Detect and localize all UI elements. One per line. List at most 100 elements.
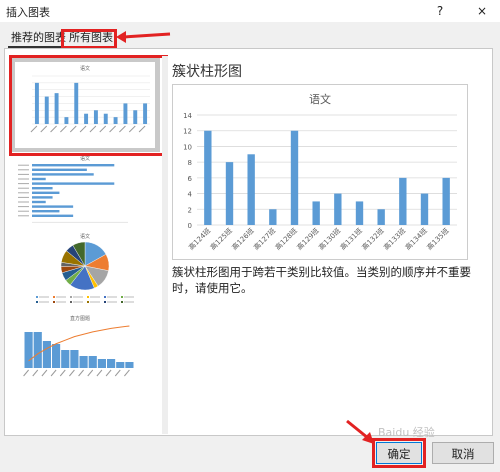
x-tick-label: 高134班 [403, 226, 429, 252]
thumb-bar [61, 350, 70, 368]
thumb-bar [32, 200, 46, 204]
x-tick-label: 高131班 [338, 226, 364, 252]
thumb-legend-swatch [121, 296, 123, 298]
thumb-legend-swatch [36, 296, 38, 298]
thumb-bar [70, 350, 79, 368]
thumbnail-scrollbar[interactable] [162, 56, 168, 434]
thumb-bar [42, 341, 51, 368]
thumb-bar [32, 191, 60, 194]
thumb-bar [32, 173, 94, 176]
thumbnail-pareto[interactable]: 直方图题 [10, 312, 160, 392]
chart-preview: 语文 0 2 4 6 8 10 12 14 高124班 高125班 高126班 高127班 高128班高… [172, 84, 468, 260]
window-title: 插入图表 [6, 6, 50, 19]
thumbnail-pie-svg: 语文 [36, 233, 134, 303]
thumb-x-label [114, 369, 121, 377]
thumb-x-label [105, 369, 112, 377]
x-tick-label: 高125班 [208, 226, 234, 252]
cancel-button[interactable]: 取消 [432, 442, 494, 464]
thumb-x-label [87, 369, 94, 377]
x-tick-label: 高128班 [273, 226, 299, 252]
thumb-x-label [41, 369, 48, 377]
thumb-bar [88, 356, 97, 368]
bar [247, 154, 255, 225]
tab-highlight-box [61, 29, 117, 49]
bar [225, 162, 234, 225]
tab-arrow-icon [116, 31, 171, 43]
thumb-bar [97, 359, 106, 368]
thumb-x-label [23, 369, 29, 377]
thumb-bar [79, 356, 88, 368]
y-tick-label: 2 [188, 206, 192, 214]
thumbnail-pie[interactable]: 语文 [10, 232, 160, 312]
thumb-bar [32, 177, 46, 181]
x-tick-label: 高127班 [252, 226, 278, 252]
chart-preview-svg: 语文 02468101214高124班高125班高126班高127班高128班高… [183, 92, 457, 252]
thumb-bar [32, 210, 60, 213]
watermark: Baidu 经验 [378, 426, 435, 439]
thumb-x-label [59, 369, 66, 377]
ok-button[interactable]: 确定 [376, 442, 422, 464]
chart-description: 簇状柱形图用于跨若干类别比较值。当类别的顺序并不重要时，请使用它。 [172, 265, 471, 295]
thumb-x-label [32, 369, 39, 377]
x-tick-label: 高132班 [360, 226, 386, 252]
bar [269, 209, 277, 225]
thumb-legend-swatch [36, 301, 38, 303]
thumb-legend-swatch [104, 296, 106, 298]
thumb-legend-swatch [121, 301, 123, 303]
thumb-x-label [78, 369, 84, 377]
y-tick-label: 6 [188, 175, 193, 183]
thumb-x-label [96, 369, 103, 377]
thumbnail-title: 语文 [80, 155, 90, 162]
thumb-legend-swatch [53, 301, 55, 303]
thumb-legend-swatch [53, 296, 55, 298]
thumb-bar [107, 359, 116, 368]
help-button[interactable]: ? [430, 2, 450, 20]
thumbnail-title: 语文 [80, 233, 90, 240]
thumbnail-pareto-svg: 直方图题 [23, 315, 134, 377]
thumb-bar [32, 205, 74, 208]
y-tick-label: 0 [188, 222, 192, 230]
thumb-bar [32, 196, 53, 199]
thumb-legend-swatch [87, 301, 89, 303]
thumb-bar [24, 332, 33, 368]
y-tick-label: 4 [188, 191, 193, 199]
thumb-legend-swatch [70, 301, 72, 303]
bar [204, 130, 212, 225]
thumb-x-label [50, 369, 57, 377]
x-tick-label: 高129班 [295, 226, 321, 252]
y-tick-label: 12 [183, 128, 192, 136]
thumb-bar [32, 164, 115, 167]
thumb-bar [32, 187, 53, 190]
thumb-bar [116, 362, 125, 368]
thumb-legend-swatch [70, 296, 72, 298]
x-tick-label: 高133班 [382, 226, 408, 252]
thumb-x-label [124, 369, 130, 377]
x-tick-label: 高130班 [317, 226, 343, 252]
thumb-bar [32, 182, 115, 185]
thumb-legend-swatch [104, 301, 106, 303]
chart-type-title: 簇状柱形图 [172, 64, 242, 80]
thumbnail-highlight-box [9, 55, 168, 156]
bar [312, 201, 320, 225]
bar [290, 130, 299, 225]
x-tick-label: 高126班 [230, 226, 256, 252]
bar [334, 193, 342, 225]
bar [355, 201, 364, 225]
bar [420, 193, 429, 225]
thumb-bar [125, 362, 134, 368]
y-tick-label: 8 [188, 159, 192, 167]
thumb-bar [52, 344, 61, 368]
thumb-bar [32, 168, 87, 171]
bar [399, 177, 407, 225]
y-tick-label: 14 [183, 112, 192, 120]
close-button[interactable]: × [472, 2, 492, 20]
thumb-bar [32, 214, 74, 217]
x-tick-label: 高135班 [425, 226, 451, 252]
title-bar: 插入图表 ? × [0, 0, 500, 22]
ok-arrow-icon [346, 419, 374, 444]
bar [377, 209, 385, 225]
chart-title: 语文 [309, 92, 331, 106]
bar [442, 177, 450, 225]
tab-recommended-charts[interactable]: 推荐的图表 [8, 30, 69, 48]
thumb-legend-swatch [87, 296, 89, 298]
